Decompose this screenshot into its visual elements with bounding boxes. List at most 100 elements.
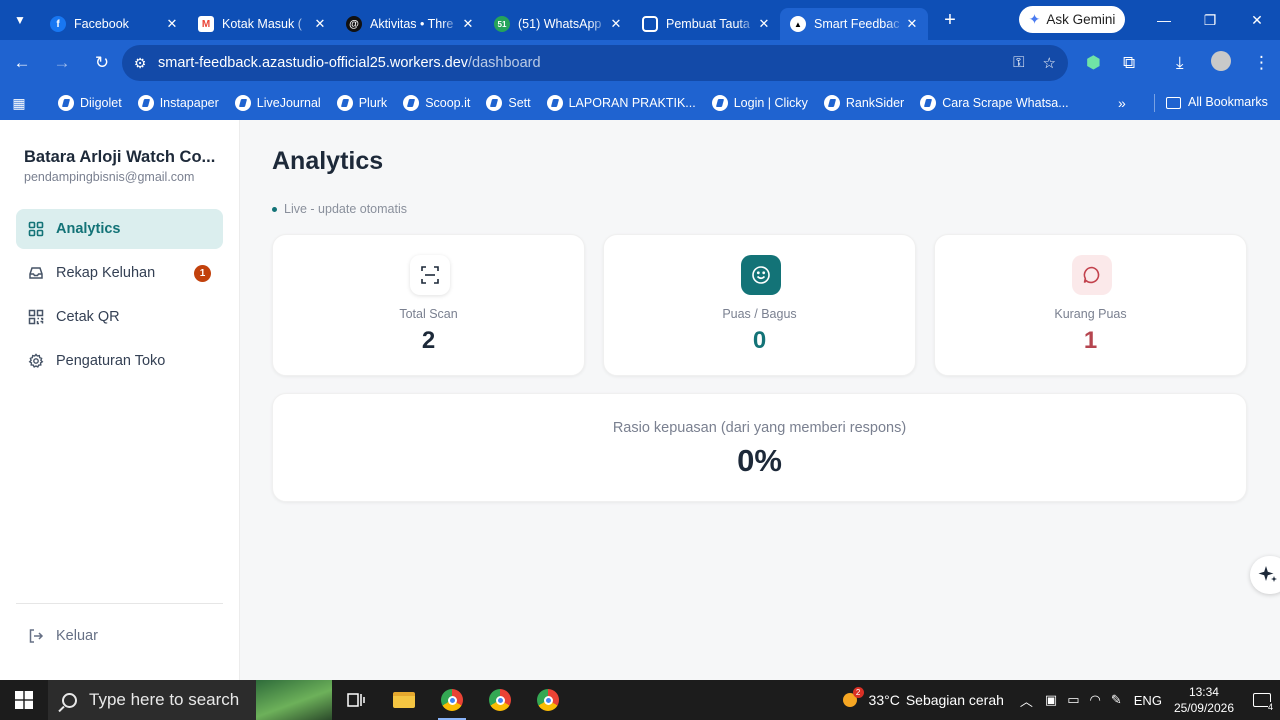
extensions-puzzle-icon[interactable]: ⧉ <box>1123 53 1135 73</box>
globe-icon <box>823 95 840 111</box>
bookmark-item[interactable]: LiveJournal <box>234 95 321 111</box>
sidebar-item-cetak-qr[interactable]: Cetak QR <box>16 297 223 337</box>
qr-icon <box>28 309 44 325</box>
site-info-icon[interactable]: ⚙ <box>122 55 158 72</box>
notification-center-button[interactable]: 4 <box>1244 680 1280 720</box>
profile-avatar[interactable] <box>1211 51 1231 71</box>
windows-start-button[interactable] <box>0 680 48 720</box>
apps-grid-icon[interactable]: ▦ <box>0 95 38 112</box>
file-explorer-button[interactable] <box>380 680 428 720</box>
globe-icon <box>486 95 503 111</box>
chrome-icon <box>489 689 511 711</box>
logout-button[interactable]: Keluar <box>28 628 98 644</box>
folder-icon <box>393 692 415 708</box>
sidebar-divider <box>16 603 223 604</box>
taskbar-search-input[interactable]: Type here to search <box>48 680 332 720</box>
meet-now-icon[interactable]: ▣ <box>1045 692 1057 708</box>
stat-label: Total Scan <box>399 307 458 321</box>
password-key-icon[interactable]: ⚿ <box>1013 54 1024 72</box>
close-icon[interactable]: ✕ <box>608 16 624 32</box>
store-email: pendampingbisnis@gmail.com <box>24 170 195 184</box>
globe-icon <box>58 95 74 111</box>
pen-icon[interactable]: ✎ <box>1111 692 1122 708</box>
close-icon[interactable]: ✕ <box>164 16 180 32</box>
bookmark-item[interactable]: Cara Scrape Whatsa... <box>920 95 1069 111</box>
bookmark-item[interactable]: Sett <box>486 95 531 111</box>
ai-sparkle-button[interactable] <box>1250 556 1280 594</box>
tab-smart-feedback[interactable]: ▲ Smart Feedbac ✕ <box>780 8 928 40</box>
bookmark-item[interactable]: Diigolet <box>58 95 122 111</box>
tab-pembuat-tautan[interactable]: Pembuat Tauta ✕ <box>632 8 780 40</box>
bookmark-item[interactable]: Login | Clicky <box>711 95 808 111</box>
tab-threads[interactable]: @ Aktivitas • Thre ✕ <box>336 8 484 40</box>
bookmark-item[interactable]: Instapaper <box>137 95 219 111</box>
restore-button[interactable]: ❐ <box>1187 0 1233 40</box>
stat-label: Kurang Puas <box>1054 307 1127 321</box>
all-bookmarks-button[interactable]: All Bookmarks <box>1166 95 1268 109</box>
chrome-taskbar-button[interactable] <box>428 680 476 720</box>
whatsapp-icon: 51 <box>494 16 510 32</box>
wifi-icon[interactable]: ◠ <box>1090 692 1101 708</box>
forward-button[interactable]: → <box>44 45 80 81</box>
grid-icon <box>28 221 44 237</box>
address-bar[interactable]: ⚙ smart-feedback.azastudio-official25.wo… <box>122 45 1068 81</box>
back-button[interactable]: ← <box>4 45 40 81</box>
task-view-button[interactable] <box>332 680 380 720</box>
notification-count: 4 <box>1267 702 1273 712</box>
sidebar-item-analytics[interactable]: Analytics <box>16 209 223 249</box>
task-view-icon <box>347 693 365 707</box>
bookmark-item[interactable]: RankSider <box>823 95 904 111</box>
tab-gmail[interactable]: M Kotak Masuk ( ✕ <box>188 8 336 40</box>
page-title: Analytics <box>272 147 384 175</box>
close-icon[interactable]: ✕ <box>312 16 328 32</box>
bookmark-star-icon[interactable]: ☆ <box>1043 54 1056 72</box>
weather-alert-badge: 2 <box>852 687 864 698</box>
globe-icon <box>137 95 154 111</box>
tab-facebook[interactable]: f Facebook ✕ <box>40 8 188 40</box>
tab-search-chevron-icon[interactable]: ▼ <box>0 0 40 40</box>
chrome-profile-taskbar-button[interactable] <box>476 680 524 720</box>
extension-vpn-icon[interactable]: ⬢ <box>1086 53 1101 73</box>
close-icon[interactable]: ✕ <box>904 16 920 32</box>
stat-card-total-scan: Total Scan 2 <box>272 234 585 376</box>
tab-whatsapp[interactable]: 51 (51) WhatsApp ✕ <box>484 8 632 40</box>
message-circle-icon <box>1072 255 1112 295</box>
live-dot-icon <box>272 206 277 212</box>
chevron-double-right-icon[interactable]: » <box>1118 95 1126 111</box>
sidebar-item-pengaturan-toko[interactable]: Pengaturan Toko <box>16 341 223 381</box>
close-icon[interactable]: ✕ <box>756 16 772 32</box>
sidebar-item-rekap-keluhan[interactable]: Rekap Keluhan 1 <box>16 253 223 293</box>
stat-card-puas: Puas / Bagus 0 <box>603 234 916 376</box>
sidebar-item-label: Cetak QR <box>56 309 120 325</box>
language-indicator[interactable]: ENG <box>1134 693 1162 708</box>
clock[interactable]: 13:34 25/09/2026 <box>1174 684 1234 716</box>
folder-icon <box>1166 97 1181 109</box>
sidebar: Batara Arloji Watch Co... pendampingbisn… <box>0 120 240 680</box>
bookmark-item[interactable]: LAPORAN PRAKTIK... <box>546 95 696 111</box>
globe-icon <box>403 95 420 111</box>
globe-icon <box>234 95 251 111</box>
globe-icon <box>920 95 937 111</box>
satisfaction-ratio-card: Rasio kepuasan (dari yang memberi respon… <box>272 393 1247 502</box>
minimize-button[interactable]: — <box>1141 0 1187 40</box>
bookmarks-bar: ▦ Diigolet Instapaper LiveJournal Plurk … <box>0 86 1280 120</box>
windows-logo-icon <box>15 691 33 709</box>
battery-icon[interactable]: ▭ <box>1067 692 1079 708</box>
bookmark-item[interactable]: Plurk <box>336 95 387 111</box>
main-content: Analytics Live - update otomatis Total S… <box>240 120 1280 680</box>
sidebar-item-label: Rekap Keluhan <box>56 265 156 281</box>
bookmarks-divider <box>1154 94 1155 112</box>
threads-icon: @ <box>346 16 362 32</box>
chrome-profile-2-taskbar-button[interactable] <box>524 680 572 720</box>
chevron-up-icon[interactable]: ︿ <box>1020 691 1033 710</box>
close-window-button[interactable]: ✕ <box>1234 0 1280 40</box>
reload-button[interactable]: ↻ <box>84 45 120 81</box>
weather-widget[interactable]: 2 33°C Sebagian cerah <box>841 687 1004 709</box>
globe-icon <box>336 95 353 111</box>
new-tab-button[interactable]: + <box>934 4 966 36</box>
download-icon[interactable]: ⤓ <box>1176 53 1184 73</box>
close-icon[interactable]: ✕ <box>460 16 476 32</box>
more-menu-icon[interactable]: ⋮ <box>1253 53 1270 73</box>
ask-gemini-button[interactable]: ✦ Ask Gemini <box>1019 6 1125 33</box>
bookmark-item[interactable]: Scoop.it <box>403 95 470 111</box>
